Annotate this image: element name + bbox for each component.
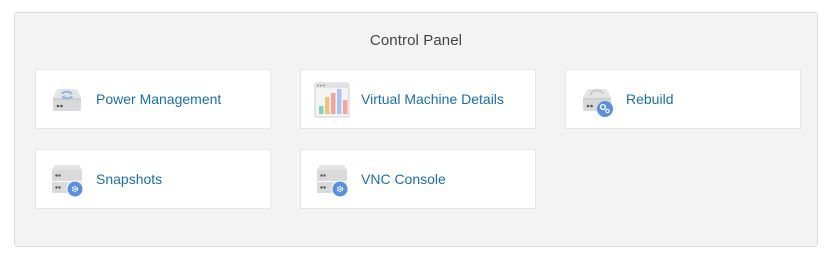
- snapshots-tile[interactable]: Snapshots: [35, 149, 271, 209]
- server-settings-icon: [52, 165, 84, 198]
- power-management-tile[interactable]: Power Management: [35, 69, 271, 129]
- tile-label-snapshots: Snapshots: [96, 171, 163, 187]
- tile-label-power-management: Power Management: [96, 91, 222, 107]
- bar-chart-window-icon: [314, 82, 350, 118]
- server-settings-icon: [317, 165, 349, 198]
- server-refresh-icon: [53, 89, 81, 111]
- server-gears-icon: [583, 89, 613, 117]
- control-panel: Control Panel Power Management Virtual M…: [14, 12, 818, 247]
- tile-label-vnc-console: VNC Console: [361, 171, 446, 187]
- panel-title: Control Panel: [369, 32, 463, 49]
- vnc-console-tile[interactable]: VNC Console: [300, 149, 536, 209]
- rebuild-tile[interactable]: Rebuild: [565, 69, 801, 129]
- tile-label-rebuild: Rebuild: [626, 91, 674, 107]
- virtual-machine-details-tile[interactable]: Virtual Machine Details: [300, 69, 536, 129]
- tile-label-virtual-machine-details: Virtual Machine Details: [361, 91, 504, 107]
